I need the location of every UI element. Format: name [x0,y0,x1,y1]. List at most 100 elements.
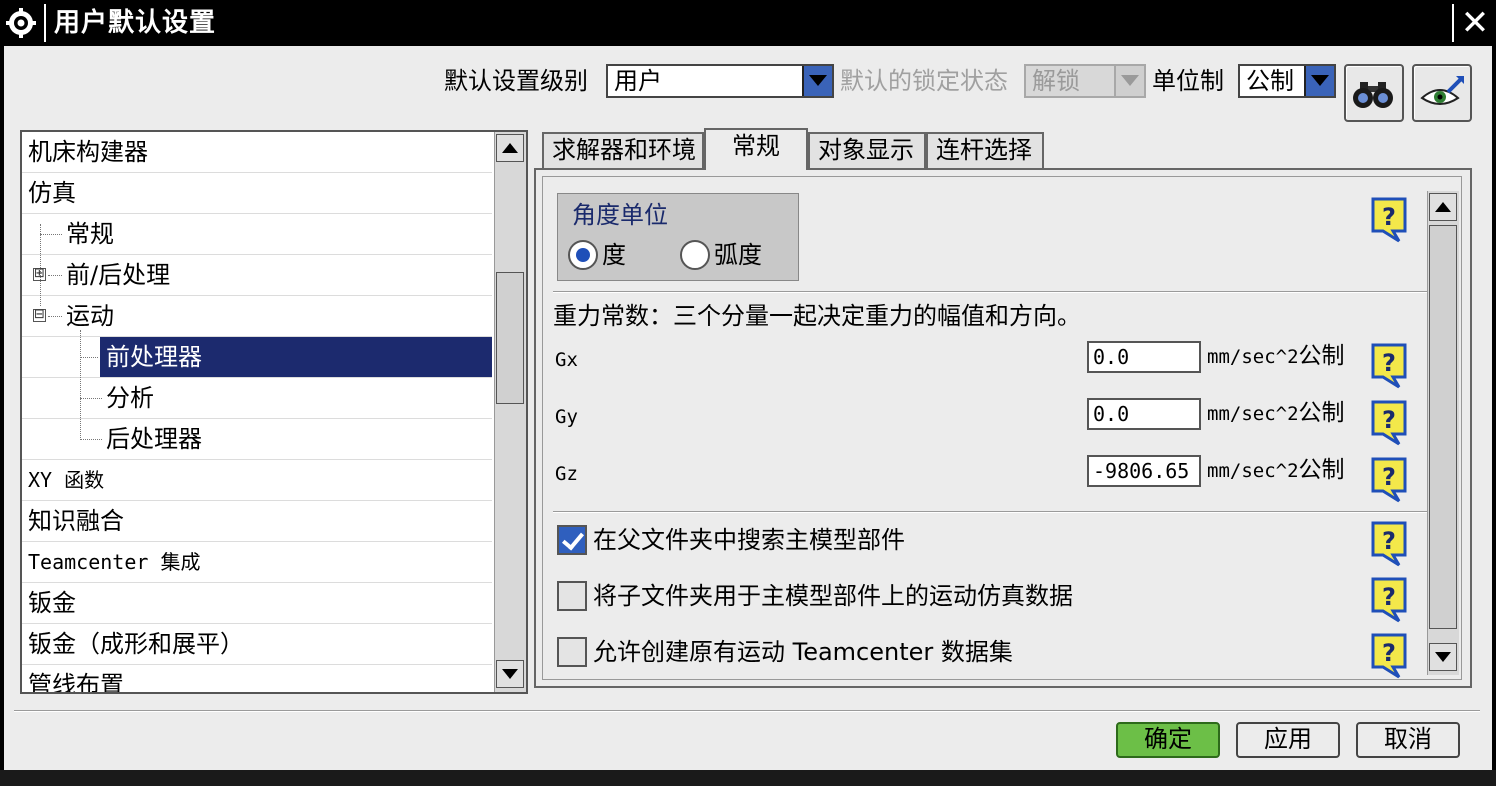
lock-state-select: 解锁 [1024,64,1146,98]
divider [14,710,1480,712]
tab-solver-environment[interactable]: 求解器和环境 [542,132,704,168]
unit-system-select[interactable]: 公制 [1238,64,1336,98]
level-select-value: 用户 [614,67,662,95]
window-title: 用户默认设置 [54,8,217,38]
scrollbar-thumb[interactable] [496,272,524,404]
tree-item[interactable]: XY 函数 [22,460,492,501]
chevron-down-icon[interactable] [1304,66,1334,96]
tree-connector [80,398,102,399]
title-separator [44,4,46,42]
use-subfolder-checkbox[interactable] [557,581,587,611]
tree-scrollbar[interactable] [494,132,526,692]
divider [553,291,1427,293]
title-separator-right [1452,4,1454,42]
user-defaults-dialog: 用户默认设置 ✕ 默认设置级别 用户 默认的锁定状态 解锁 单位制 公制 机床构… [0,0,1496,786]
eye-arrow-icon [1420,76,1464,105]
help-icon[interactable]: ? [1371,577,1407,623]
lock-state-label: 默认的锁定状态 [840,67,1008,95]
gz-input[interactable]: -9806.65 [1087,455,1201,487]
svg-text:?: ? [1382,583,1396,611]
ok-button[interactable]: 确定 [1116,722,1220,758]
tree-item[interactable]: ⊞ 前/后处理 [22,255,492,296]
tab-link-selection[interactable]: 连杆选择 [926,132,1044,168]
scroll-down-arrow-icon[interactable] [1429,643,1457,671]
apply-button[interactable]: 应用 [1236,722,1340,758]
tree-connector [40,224,41,306]
gravity-description: 重力常数：三个分量一起决定重力的幅值和方向。 [553,302,1081,330]
chevron-down-icon [1114,66,1144,96]
gz-label: Gz [555,463,578,485]
angle-unit-group: 角度单位 度 弧度 [557,193,799,281]
level-select[interactable]: 用户 [606,64,834,98]
gy-label: Gy [555,406,578,428]
collapse-icon[interactable]: ⊟ [33,308,46,322]
degree-radio-label: 度 [602,241,626,269]
tree-item[interactable]: 常规 [22,214,492,255]
gy-unit: mm/sec^2公制 [1207,400,1345,426]
svg-text:?: ? [1382,527,1396,555]
category-tree[interactable]: 机床构建器 仿真 常规 ⊞ 前/后处理 ⊟ 运动 前处理器 分析 后处理器 XY… [20,130,528,694]
help-icon[interactable]: ? [1371,400,1407,446]
tree-item[interactable]: 钣金 [22,583,492,624]
tree-item[interactable]: 管线布置 [22,665,492,692]
tab-content-panel: 角度单位 度 弧度 ? 重力常数：三个分量一起决定重力的幅值和方向。 Gx 0.… [534,168,1472,688]
tree-connector [40,234,62,235]
scrollbar-thumb[interactable] [1429,225,1457,629]
tree-connector [80,357,98,358]
help-icon[interactable]: ? [1371,197,1407,243]
gear-icon[interactable] [6,8,36,38]
tree-item[interactable]: 机床构建器 [22,132,492,173]
scroll-up-arrow-icon[interactable] [496,134,524,162]
window-bottom-border [0,770,1496,786]
tab-object-display[interactable]: 对象显示 [808,132,926,168]
binoculars-icon [1353,82,1393,108]
help-icon[interactable]: ? [1371,343,1407,389]
divider [553,511,1427,513]
close-button[interactable]: ✕ [1458,4,1492,42]
view-changed-defaults-button[interactable] [1412,64,1472,122]
gx-label: Gx [555,349,578,371]
find-defaults-button[interactable] [1344,64,1404,122]
use-subfolder-label: 将子文件夹用于主模型部件上的运动仿真数据 [593,582,1073,610]
level-label: 默认设置级别 [444,67,588,95]
tree-item[interactable]: ⊟ 运动 [22,296,492,337]
gy-input[interactable]: 0.0 [1087,398,1201,430]
tree-item[interactable]: Teamcenter 集成 [22,542,492,583]
search-parent-folder-label: 在父文件夹中搜索主模型部件 [593,526,905,554]
svg-text:?: ? [1382,406,1396,434]
help-icon[interactable]: ? [1371,457,1407,503]
angle-unit-title: 角度单位 [572,201,668,229]
search-parent-folder-checkbox[interactable] [557,525,587,555]
tab-general[interactable]: 常规 [704,128,808,170]
title-bar: 用户默认设置 ✕ [0,0,1496,46]
unit-system-label: 单位制 [1152,67,1224,95]
help-icon[interactable]: ? [1371,521,1407,567]
tree-connector [48,316,62,317]
gx-input[interactable]: 0.0 [1087,341,1201,373]
svg-text:?: ? [1382,639,1396,667]
tree-item[interactable]: 钣金（成形和展平） [22,624,492,665]
allow-legacy-dataset-checkbox[interactable] [557,637,587,667]
content-scrollbar[interactable] [1427,191,1459,675]
gz-unit: mm/sec^2公制 [1207,457,1345,483]
scroll-up-arrow-icon[interactable] [1429,193,1457,221]
allow-legacy-dataset-label: 允许创建原有运动 Teamcenter 数据集 [593,638,1013,666]
scroll-down-arrow-icon[interactable] [496,660,524,688]
tree-connector [80,330,81,440]
chevron-down-icon[interactable] [802,66,832,96]
tree-connector [48,275,62,276]
radian-radio-label: 弧度 [714,241,762,269]
tree-item[interactable]: 知识融合 [22,501,492,542]
radian-radio[interactable] [680,240,710,270]
degree-radio[interactable] [568,240,598,270]
svg-text:?: ? [1382,349,1396,377]
tree-item[interactable]: 仿真 [22,173,492,214]
help-icon[interactable]: ? [1371,633,1407,679]
lock-state-value: 解锁 [1032,67,1080,95]
svg-text:?: ? [1382,463,1396,491]
tab-content-inner: 角度单位 度 弧度 ? 重力常数：三个分量一起决定重力的幅值和方向。 Gx 0.… [542,176,1462,680]
cancel-button[interactable]: 取消 [1356,722,1460,758]
tree-connector [80,439,102,440]
unit-system-value: 公制 [1246,67,1294,95]
dialog-client-area: 默认设置级别 用户 默认的锁定状态 解锁 单位制 公制 机床构建器 仿真 常规 … [4,46,1492,770]
